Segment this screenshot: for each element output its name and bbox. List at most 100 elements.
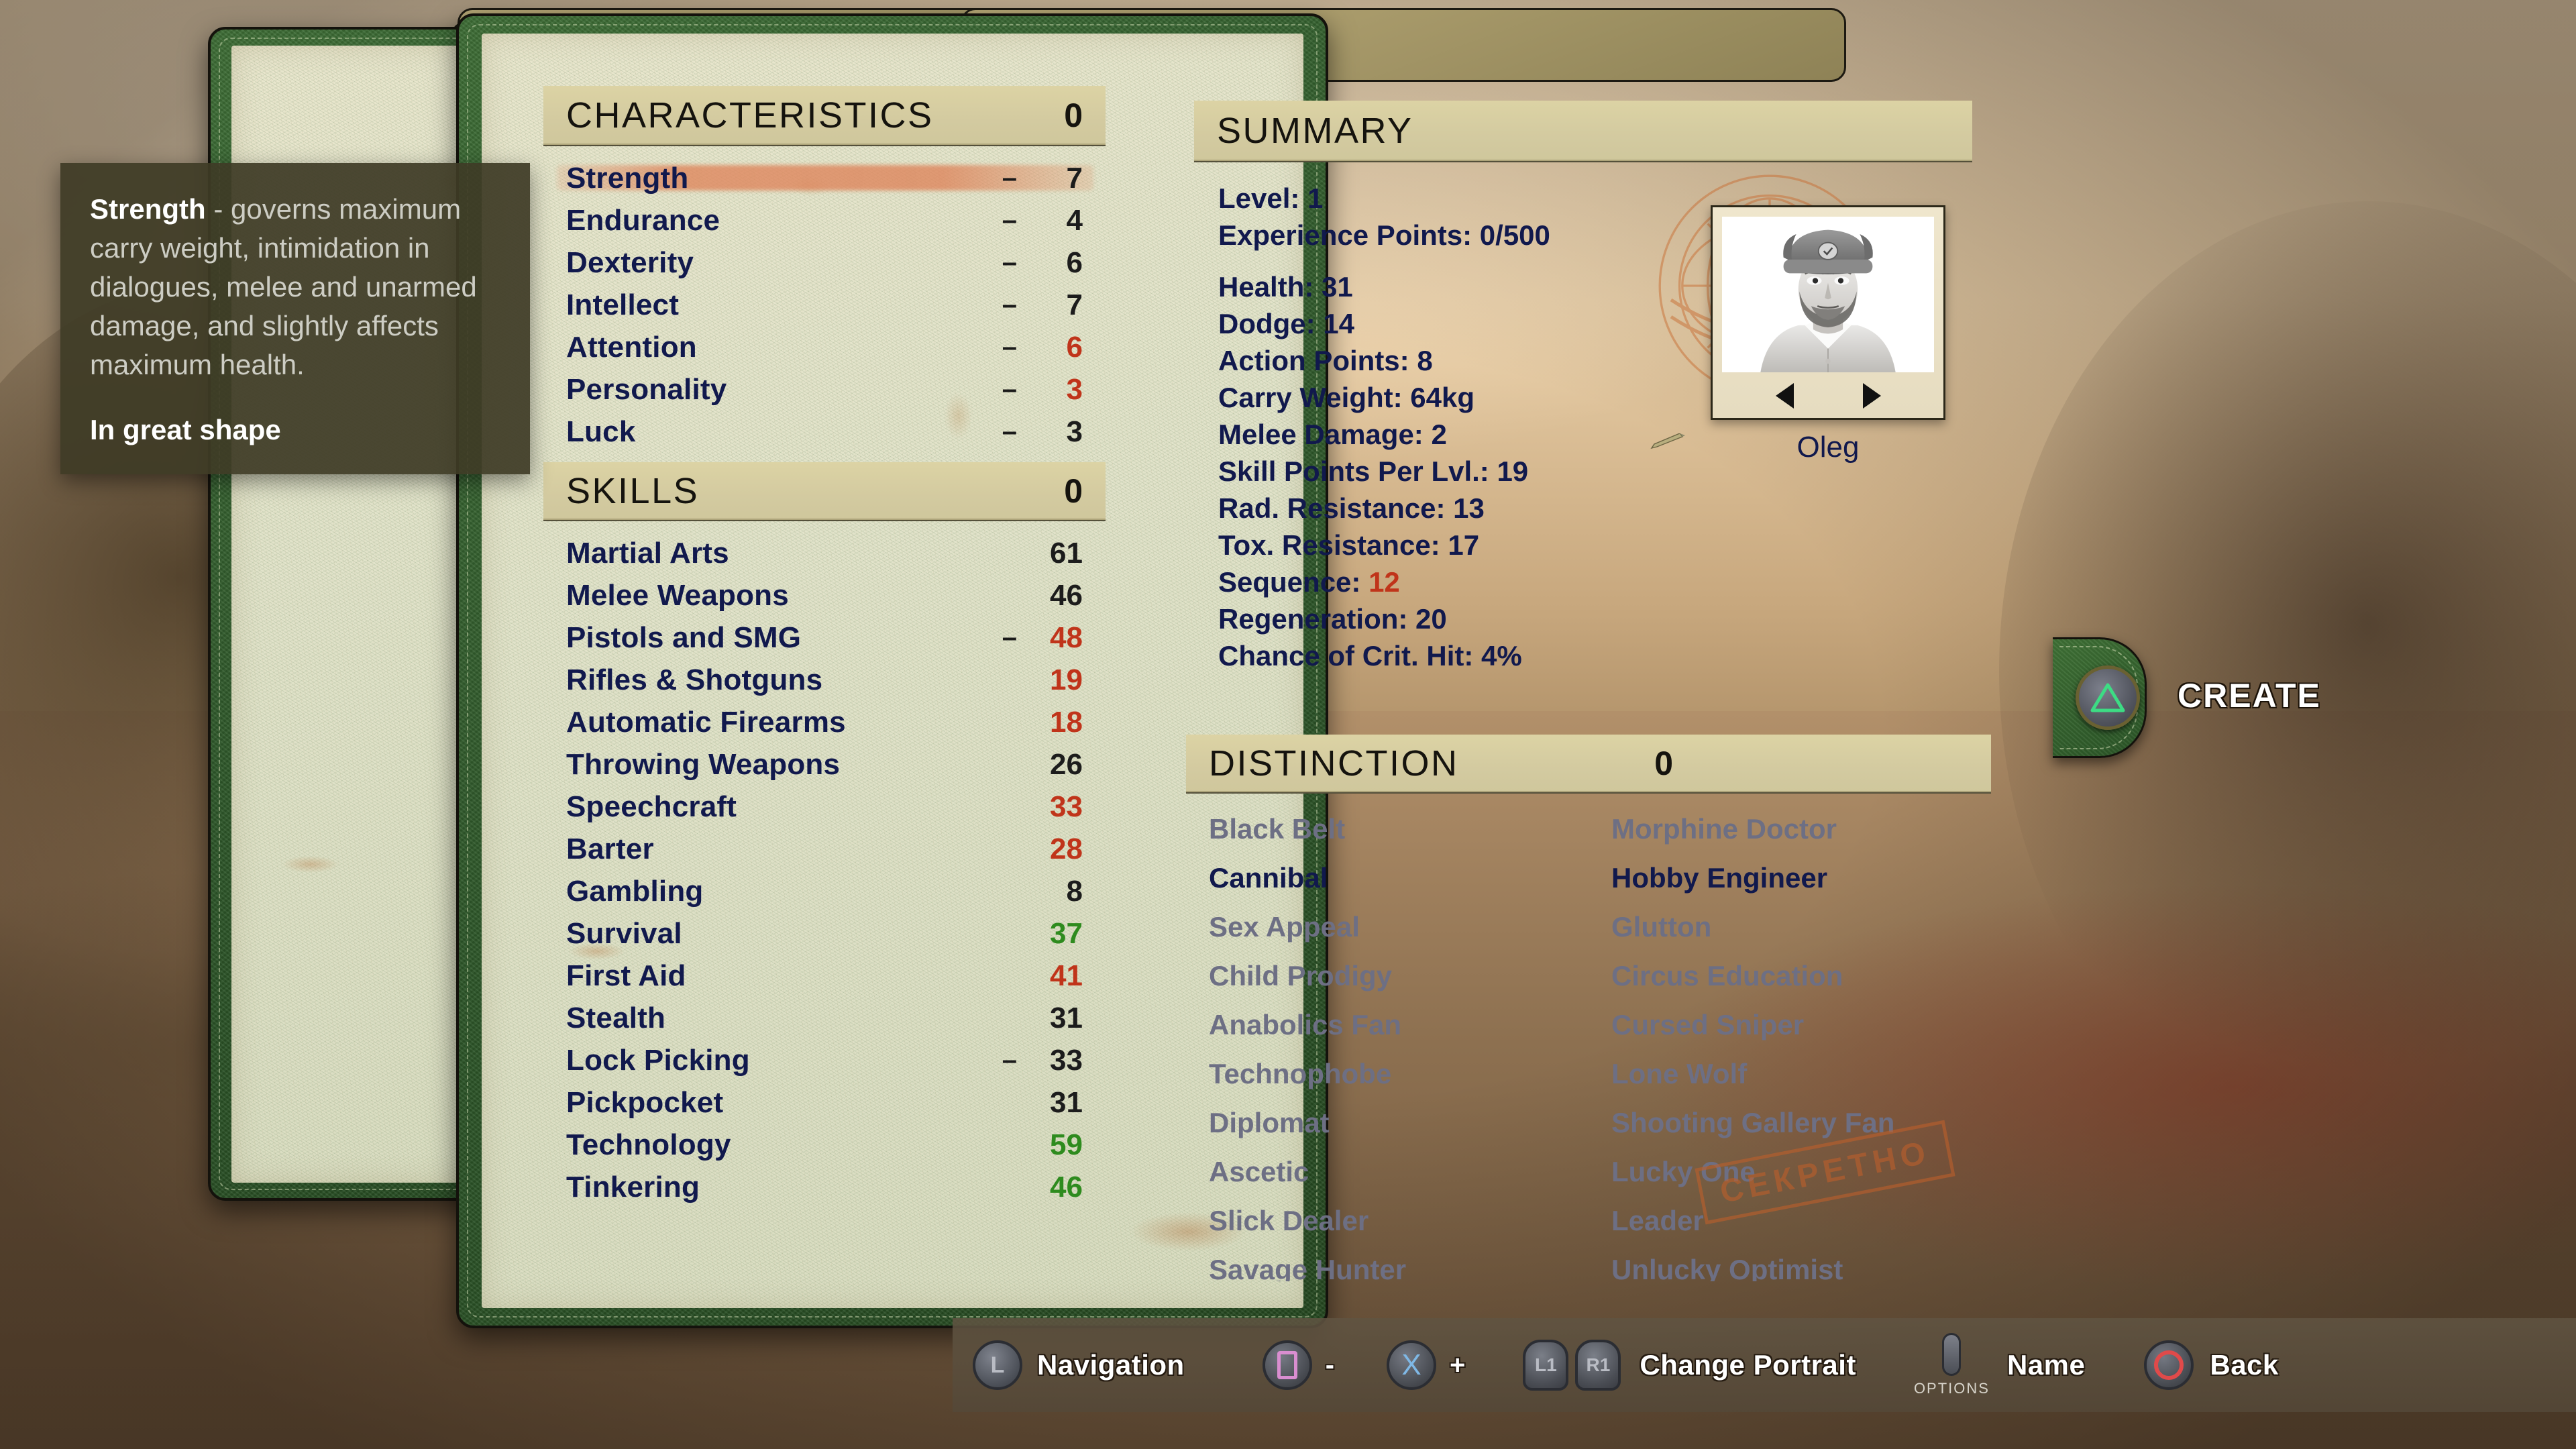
skill-row[interactable]: Survival 37 [543, 912, 1106, 955]
hint-change-portrait[interactable]: L1 R1 Change Portrait [1523, 1340, 1856, 1391]
distinction-right-item[interactable]: Hobby Engineer [1611, 853, 1979, 902]
skill-row[interactable]: Pickpocket31 [543, 1081, 1106, 1124]
hint-decrease-label: - [1326, 1350, 1334, 1381]
characteristic-name: Endurance [566, 204, 720, 237]
skill-row[interactable]: Pistols and SMG –48 [543, 616, 1106, 659]
skill-name: Lock Picking [566, 1044, 750, 1077]
skill-row[interactable]: Barter28 [543, 828, 1106, 870]
skill-row[interactable]: Martial Arts61 [543, 532, 1106, 574]
skill-name: Tinkering [566, 1171, 700, 1204]
skill-value: 33 [1022, 1044, 1083, 1077]
distinction-right-item[interactable]: Circus Education [1611, 951, 1979, 1000]
left-stick-icon[interactable]: L [973, 1340, 1022, 1390]
l1-bumper-icon[interactable]: L1 [1523, 1340, 1568, 1391]
portrait-widget[interactable] [1711, 205, 1945, 420]
skill-row[interactable]: Melee Weapons 46 [543, 574, 1106, 616]
hint-back[interactable]: Back [2144, 1340, 2278, 1390]
characteristic-value: 3 [1022, 415, 1083, 449]
hint-navigation[interactable]: L Navigation [973, 1340, 1185, 1390]
summary-panel: SUMMARY Level: 1Experience Points: 0/500… [1194, 101, 1972, 664]
portrait-name[interactable]: Oleg [1711, 431, 1945, 464]
hint-increase[interactable]: X + [1387, 1340, 1465, 1390]
triangle-button-icon[interactable] [2076, 665, 2140, 730]
characteristic-name: Luck [566, 415, 636, 449]
skill-name: Survival [566, 917, 682, 951]
distinction-right-item[interactable]: Morphine Doctor [1611, 804, 1979, 853]
skill-row[interactable]: Stealth 31 [543, 997, 1106, 1039]
pencil-icon [1650, 433, 1690, 451]
skill-row[interactable]: Automatic Firearms18 [543, 701, 1106, 743]
characteristic-row[interactable]: Strength–7 [543, 157, 1106, 199]
portrait-nav[interactable] [1713, 376, 1943, 415]
skill-value: 46 [1022, 579, 1083, 612]
skill-value: 48 [1022, 621, 1083, 655]
distinction-left-item[interactable]: Cannibal [1209, 853, 1576, 902]
characteristic-row[interactable]: Luck–3 [543, 411, 1106, 453]
distinction-left-item[interactable]: Diplomat [1209, 1098, 1576, 1147]
summary-line: Regeneration: 20 [1218, 600, 1948, 637]
options-button-icon[interactable]: OPTIONS [1914, 1333, 1990, 1397]
skill-row[interactable]: Tinkering46 [543, 1166, 1106, 1208]
characteristic-row[interactable]: Endurance–4 [543, 199, 1106, 241]
skill-row[interactable]: Gambling8 [543, 870, 1106, 912]
characteristics-header: CHARACTERISTICS 0 [543, 86, 1106, 146]
square-button-icon[interactable] [1263, 1340, 1312, 1390]
characteristic-value: 7 [1022, 288, 1083, 322]
characteristics-list[interactable]: Strength–7Endurance–4Dexterity–6Intellec… [543, 146, 1106, 453]
skill-dash: – [1002, 623, 1017, 653]
skill-row[interactable]: Speechcraft33 [543, 786, 1106, 828]
characteristic-name: Dexterity [566, 246, 694, 280]
cross-glyph: X [1401, 1348, 1421, 1382]
characteristic-row[interactable]: Intellect–7 [543, 284, 1106, 326]
skill-row[interactable]: Rifles & Shotguns19 [543, 659, 1106, 701]
skill-value: 31 [1022, 1002, 1083, 1035]
distinction-left-item[interactable]: Slick Dealer [1209, 1196, 1576, 1245]
skill-name: Melee Weapons [566, 579, 789, 612]
skill-value: 59 [1022, 1128, 1083, 1162]
skill-name: Throwing Weapons [566, 748, 840, 782]
distinction-left-item[interactable]: Sex Appeal [1209, 902, 1576, 951]
right-arrow-icon[interactable] [1863, 383, 1881, 409]
r1-bumper-icon[interactable]: R1 [1575, 1340, 1621, 1391]
skill-row[interactable]: Technology59 [543, 1124, 1106, 1166]
skill-row[interactable]: Lock Picking–33 [543, 1039, 1106, 1081]
distinction-right-item[interactable]: Cursed Sniper [1611, 1000, 1979, 1049]
distinction-right-column[interactable]: Morphine DoctorHobby EngineerGluttonCirc… [1589, 804, 1991, 1281]
summary-header: SUMMARY [1194, 101, 1972, 162]
distinction-left-item[interactable]: Anabolics Fan [1209, 1000, 1576, 1049]
hint-decrease[interactable]: - [1263, 1340, 1334, 1390]
characteristic-dash: – [1002, 163, 1017, 193]
attribute-tooltip: Strength - governs maximum carry weight,… [60, 163, 530, 474]
distinction-left-item[interactable]: Ascetic [1209, 1147, 1576, 1196]
skill-row[interactable]: First Aid41 [543, 955, 1106, 997]
skill-name: Stealth [566, 1002, 665, 1035]
characteristic-row[interactable]: Dexterity–6 [543, 241, 1106, 284]
characteristic-row[interactable]: Attention–6 [543, 326, 1106, 368]
distinction-left-item[interactable]: Technophobe [1209, 1049, 1576, 1098]
skill-value: 37 [1022, 917, 1083, 951]
circle-button-icon[interactable] [2144, 1340, 2194, 1390]
skill-name: Pistols and SMG [566, 621, 801, 655]
hint-increase-label: + [1450, 1350, 1465, 1381]
skills-list[interactable]: Martial Arts61 Melee Weapons 46 Pistols and… [543, 521, 1106, 1208]
characteristic-name: Attention [566, 331, 697, 364]
tooltip-status: In great shape [90, 414, 500, 446]
characteristic-dash: – [1002, 290, 1017, 320]
hint-change-portrait-label: Change Portrait [1640, 1349, 1856, 1381]
distinction-right-item[interactable]: Glutton [1611, 902, 1979, 951]
distinction-left-item[interactable]: Child Prodigy [1209, 951, 1576, 1000]
hint-name[interactable]: OPTIONS Name [1914, 1333, 2085, 1397]
characteristic-row[interactable]: Personality–3 [543, 368, 1106, 411]
skill-value: 41 [1022, 959, 1083, 993]
distinction-right-item[interactable]: Unlucky Optimist [1611, 1245, 1979, 1281]
distinction-left-column[interactable]: Black BeltCannibalSex AppealChild Prodig… [1186, 804, 1589, 1281]
skill-row[interactable]: Throwing Weapons26 [543, 743, 1106, 786]
left-arrow-icon[interactable] [1776, 383, 1794, 409]
distinction-left-item[interactable]: Savage Hunter [1209, 1245, 1576, 1281]
cross-button-icon[interactable]: X [1387, 1340, 1436, 1390]
distinction-left-item[interactable]: Black Belt [1209, 804, 1576, 853]
left-page-content: CHARACTERISTICS 0 Strength–7Endurance–4D… [543, 86, 1106, 1220]
skill-value: 31 [1022, 1086, 1083, 1120]
skill-value: 28 [1022, 833, 1083, 866]
distinction-right-item[interactable]: Lone Wolf [1611, 1049, 1979, 1098]
